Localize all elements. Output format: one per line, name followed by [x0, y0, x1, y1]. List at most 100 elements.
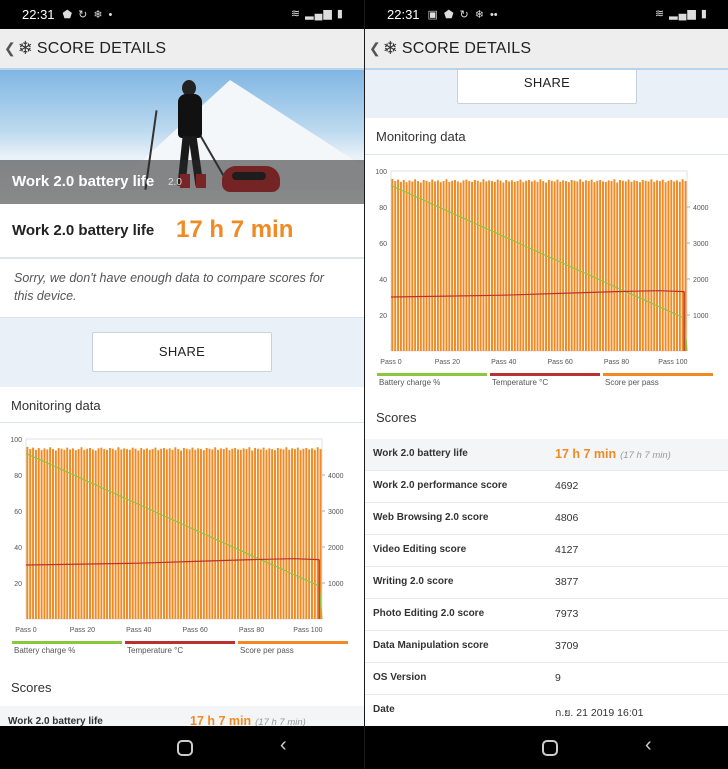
score-bar	[234, 448, 237, 619]
score-bar	[656, 180, 659, 351]
score-bar	[200, 449, 202, 619]
score-bar	[627, 179, 630, 351]
score-bar	[547, 180, 550, 351]
score-bar	[405, 182, 408, 351]
home-icon[interactable]	[177, 740, 193, 756]
y-left-tick-label: 60	[379, 241, 387, 248]
score-bar	[228, 450, 231, 619]
score-bar	[26, 446, 29, 619]
home-icon[interactable]	[542, 740, 558, 756]
y-right-tick-label: 3000	[693, 241, 709, 248]
score-bar	[94, 450, 97, 619]
score-bar	[148, 449, 151, 619]
score-bar	[262, 447, 265, 619]
score-bar	[673, 181, 676, 351]
score-bar	[576, 181, 579, 351]
score-bar	[117, 447, 120, 619]
y-right-tick-label: 1000	[693, 313, 709, 320]
scores-header: Scores	[365, 402, 728, 439]
score-bar	[468, 181, 471, 351]
score-value: ก.ย. 21 2019 16:01	[555, 707, 644, 719]
x-tick-label: Pass 80	[239, 627, 264, 634]
score-bar	[32, 447, 35, 619]
score-bar	[271, 449, 274, 619]
score-bar	[482, 179, 485, 351]
content-area[interactable]: SHARE Monitoring data 100 80 60 40 20 4000 300…	[365, 70, 728, 726]
score-value: 7973	[555, 608, 579, 620]
score-bar	[399, 181, 402, 351]
share-button[interactable]: SHARE	[457, 70, 637, 104]
score-bar	[445, 179, 448, 351]
legend-label: Battery charge %	[379, 378, 440, 387]
score-bar	[151, 449, 154, 619]
score-bar	[417, 181, 419, 351]
score-bar	[676, 180, 678, 351]
score-bar	[505, 180, 508, 351]
x-tick-label: Pass 60	[547, 359, 572, 366]
score-bar	[37, 448, 40, 619]
score-bar	[613, 179, 616, 351]
score-bar	[265, 449, 268, 619]
score-bar	[641, 180, 644, 351]
score-bar	[91, 449, 94, 619]
score-bar	[194, 449, 197, 619]
score-bar	[462, 180, 465, 351]
score-row: Web Browsing 2.0 score 4806	[365, 503, 728, 535]
x-tick-label: Pass 40	[491, 359, 516, 366]
score-bar	[545, 182, 548, 351]
score-bar	[316, 447, 319, 619]
score-bar	[157, 450, 160, 619]
score-bar	[556, 179, 559, 351]
score-bar	[456, 181, 459, 351]
y-left-tick-label: 100	[10, 437, 22, 444]
image-icon: ▣	[427, 9, 438, 21]
score-bar	[103, 449, 106, 619]
y-left-tick-label: 40	[14, 545, 22, 552]
score-bar	[123, 448, 126, 619]
score-bar	[579, 179, 582, 351]
legend-swatch	[238, 641, 348, 644]
score-bar	[408, 180, 411, 351]
x-tick-label: Pass 80	[604, 359, 629, 366]
score-bar	[256, 448, 259, 619]
score-bar	[171, 449, 174, 619]
score-bar	[145, 448, 148, 619]
back-chevron-icon[interactable]: ❮	[369, 40, 381, 57]
score-bar	[488, 180, 491, 351]
score-bar	[510, 180, 513, 351]
score-bar	[106, 449, 109, 619]
back-icon[interactable]: ‹	[280, 734, 287, 757]
score-bar	[419, 182, 422, 351]
score-bar	[69, 449, 72, 619]
score-bar	[473, 180, 476, 351]
score-value: 17 h 7 min (17 h 7 min)	[190, 714, 306, 726]
score-name: Writing 2.0 score	[373, 576, 454, 587]
score-row: Date ก.ย. 21 2019 16:01	[365, 695, 728, 726]
x-tick-label: Pass 20	[435, 359, 460, 366]
page-title: SCORE DETAILS	[401, 39, 532, 57]
content-area[interactable]: Work 2.0 battery life 2.0 Work 2.0 batte…	[0, 70, 364, 726]
score-name: Video Editing score	[373, 544, 467, 555]
chart-svg: 100 80 60 40 20 4000 3000 2000 1000 Pass 0 Pass 20…	[10, 437, 348, 655]
score-bar	[610, 181, 613, 351]
back-icon[interactable]: ‹	[645, 734, 652, 757]
score-name: Photo Editing 2.0 score	[373, 608, 485, 619]
y-left-tick-label: 100	[375, 169, 387, 176]
score-bar	[52, 449, 54, 619]
score-bar	[293, 449, 296, 619]
legend-swatch	[125, 641, 235, 644]
snowflake-icon: ❄	[93, 9, 103, 21]
score-name: Web Browsing 2.0 score	[373, 512, 489, 523]
score-bar	[602, 181, 604, 351]
share-button[interactable]: SHARE	[92, 332, 272, 372]
score-bar	[621, 180, 624, 351]
score-value: 4127	[555, 544, 579, 556]
back-chevron-icon[interactable]: ❮	[4, 40, 16, 57]
score-bar	[493, 181, 496, 351]
score-bar	[434, 181, 437, 351]
score-bar	[182, 448, 185, 619]
status-time: 22:31	[22, 7, 55, 22]
y-right-tick-label: 2000	[693, 277, 709, 284]
score-bar	[479, 182, 482, 351]
score-bar	[604, 181, 607, 351]
